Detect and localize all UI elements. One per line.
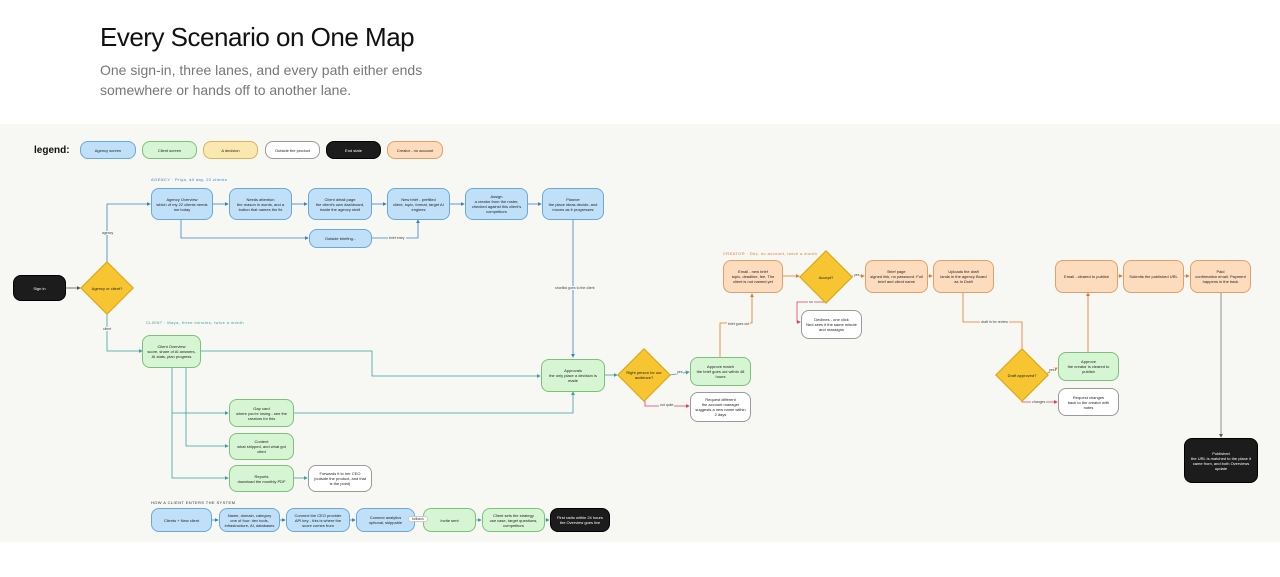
planner-node: Planner the place ideas decide, and move… xyxy=(542,188,604,220)
client-overview-node: Client Overview score, share of AI answe… xyxy=(142,335,201,368)
creator-approve-node: Approve the creator is cleared to publis… xyxy=(1058,352,1119,381)
edge-label-draft-review: draft in for review xyxy=(980,320,1009,324)
edge-label-shortlist: shortlist goes to the client xyxy=(554,286,596,290)
content-node: Content what shipped, and what got cited xyxy=(229,433,294,460)
sign-in-node: Sign in xyxy=(13,275,66,301)
legend-title: legend: xyxy=(34,145,70,156)
how-step-7: First radio within 24 hours the Overview… xyxy=(550,508,610,532)
how-step-4: Connect analytics optional, skippable xyxy=(356,508,415,532)
agency-overview-node: Agency Overview which of my 22 clients n… xyxy=(151,188,213,220)
lane-creator-label: CREATOR · Dev, no account, twice a month xyxy=(723,251,818,256)
legend-decision: A decision xyxy=(203,141,258,159)
legend-creator: Creator - no account xyxy=(387,141,443,159)
needs-attention-node: Needs attention the reason in words, and… xyxy=(229,188,292,220)
decision-draft-approved: Draft approved? xyxy=(995,348,1049,402)
email-cleared-node: Email - cleared to publish xyxy=(1055,260,1118,293)
gap-card-node: Gap card where you're losing - see the c… xyxy=(229,399,294,427)
how-step-6: Client sets the strategy use case, targe… xyxy=(482,508,545,532)
new-brief-node: New brief - prefilled client, topic, for… xyxy=(387,188,450,220)
edge-label-client: client xyxy=(102,327,113,331)
edge-label-agency: agency xyxy=(101,231,115,235)
published-node: Published the URL is matched to the plac… xyxy=(1184,438,1258,483)
lane-agency-label: AGENCY · Priya, all day, 22 clients xyxy=(151,177,228,182)
brief-page-node: Brief page signed link, no password. Ful… xyxy=(865,260,928,293)
legend-agency: Agency screen xyxy=(80,141,136,159)
how-step-5: Invite sent xyxy=(423,508,476,532)
client-detail-node: Client detail page the client's own dash… xyxy=(308,188,372,220)
forwards-ceo-node: Forwards it to her CEO (outside the prod… xyxy=(308,465,372,492)
paid-node: Paid confirmation email. Payment happens… xyxy=(1190,260,1251,293)
edge-label-brief-entry: brief entry xyxy=(388,236,406,240)
edge-client-branch xyxy=(106,308,143,353)
lane-client-label: CLIENT · Maya, three minutes, twice a mo… xyxy=(146,320,245,325)
approvals-node: Approvals the only place a decision is m… xyxy=(541,359,605,392)
request-changes-node: Request changes back to the creator with… xyxy=(1058,388,1119,416)
request-different-node: Request different the account manager su… xyxy=(690,392,751,422)
how-step-1: Clients + New client xyxy=(151,508,212,532)
outside-briefing-node: Outside briefing... xyxy=(309,229,372,248)
legend-outside: Outside the product xyxy=(265,141,320,159)
submits-url-node: Submits the published URL xyxy=(1123,260,1184,293)
decision-agency-or-client: Agency or client? xyxy=(80,261,134,315)
edge-label-not-quite: not quite xyxy=(659,403,675,407)
decision-accept: Accept? xyxy=(799,250,853,304)
edge-agency-branch xyxy=(106,202,151,268)
edge-label-yes3: yes xyxy=(1048,368,1056,372)
edge-label-yes2: yes xyxy=(853,273,861,277)
declines-node: Declines - one click Ned sees it the sam… xyxy=(801,310,862,339)
edge-label-no: no xyxy=(808,300,814,304)
edge-label-changes: changes xyxy=(1031,400,1047,404)
creator-email-node: Email - new brief topic, deadline, fee. … xyxy=(723,260,783,293)
lane-how-label: HOW A CLIENT ENTERS THE SYSTEM xyxy=(151,500,236,505)
edge-label-yes: yes xyxy=(676,370,684,374)
decision-right-person: Right person for our audience? xyxy=(617,348,671,402)
legend-client: Client screen xyxy=(142,141,197,159)
edge-label-brief-out: brief goes out xyxy=(727,322,751,326)
how-step-3: Connect the CEO provider API key - this … xyxy=(286,508,350,532)
uploads-draft-node: Uploads the draft lands in the agency Bo… xyxy=(933,260,994,293)
assign-node: Assign a creator from the roster, checke… xyxy=(465,188,528,220)
edge-label-fallback: fallback xyxy=(408,516,428,522)
legend-end: End state xyxy=(326,141,381,159)
approve-match-node: Approve match the brief goes out within … xyxy=(690,357,751,386)
how-step-2: Name, domain, category one of four: dev … xyxy=(219,508,280,532)
reports-node: Reports download the monthly PDF xyxy=(229,465,294,492)
